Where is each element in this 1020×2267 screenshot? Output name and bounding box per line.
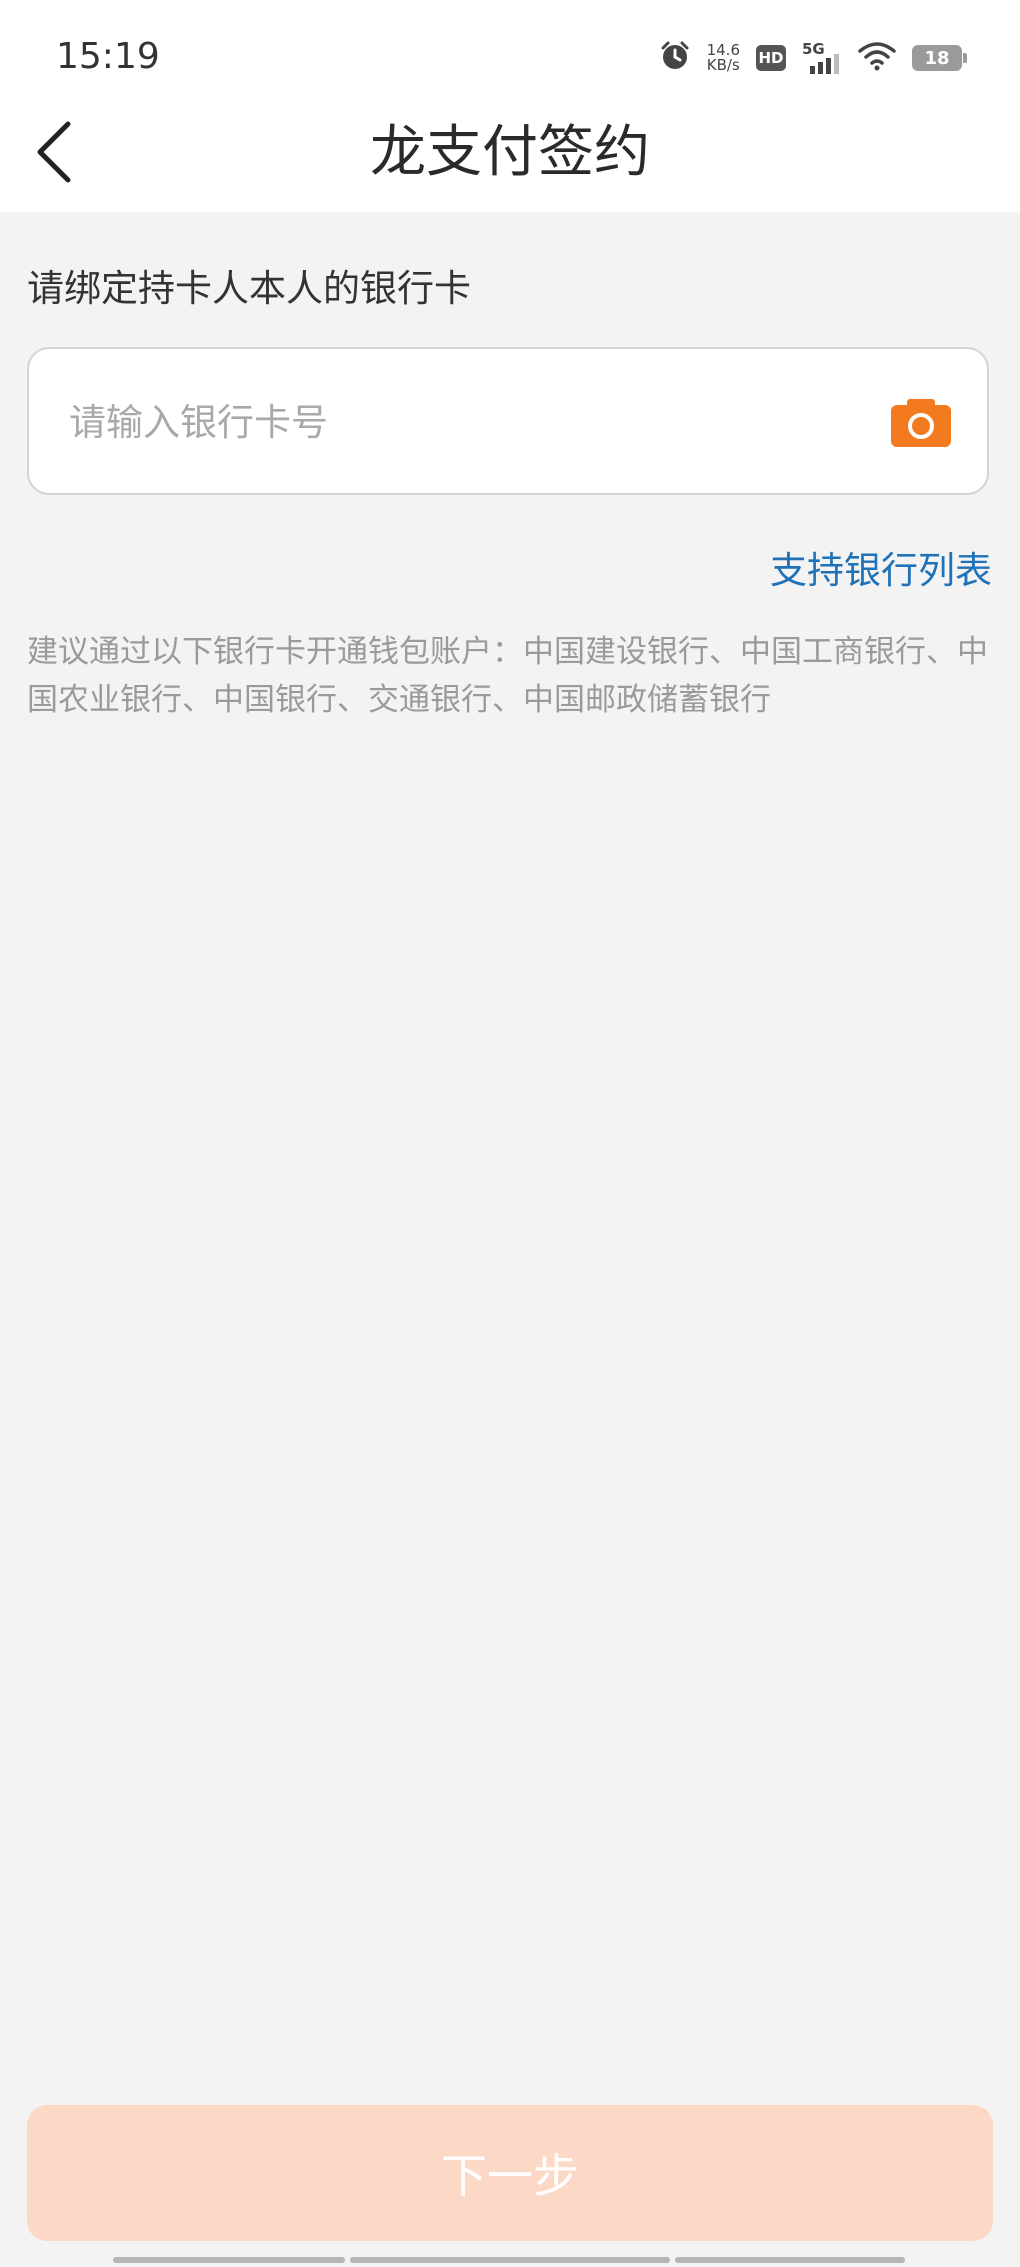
alarm-icon: [659, 40, 691, 76]
nav-indicator: [675, 2257, 905, 2263]
status-icons: 14.6 KB/s HD 5G 18: [659, 36, 967, 80]
signal-icon: 5G: [802, 40, 842, 76]
nav-indicator: [113, 2257, 345, 2263]
bind-card-prompt: 请绑定持卡人本人的银行卡: [27, 267, 471, 310]
network-speed: 14.6 KB/s: [707, 43, 740, 73]
card-number-input[interactable]: [67, 349, 871, 495]
battery-icon: 18: [912, 45, 967, 71]
supported-banks-link[interactable]: 支持银行列表: [770, 540, 992, 594]
top-bar: 15:19 14.6 KB/s HD 5G 18 龙支付签约: [0, 0, 1020, 212]
network-speed-unit: KB/s: [706, 56, 740, 74]
bank-recommendation-hint: 建议通过以下银行卡开通钱包账户：中国建设银行、中国工商银行、中国农业银行、中国银…: [27, 634, 988, 718]
page-title: 龙支付签约: [370, 120, 650, 185]
next-step-button[interactable]: 下一步: [27, 2105, 993, 2241]
status-time: 15:19: [56, 36, 160, 77]
nav-indicator: [350, 2257, 670, 2263]
hd-icon: HD: [756, 45, 786, 71]
wifi-icon: [858, 41, 896, 75]
scan-card-button[interactable]: [891, 397, 951, 447]
camera-icon: [891, 399, 951, 447]
card-number-field[interactable]: [27, 347, 989, 495]
